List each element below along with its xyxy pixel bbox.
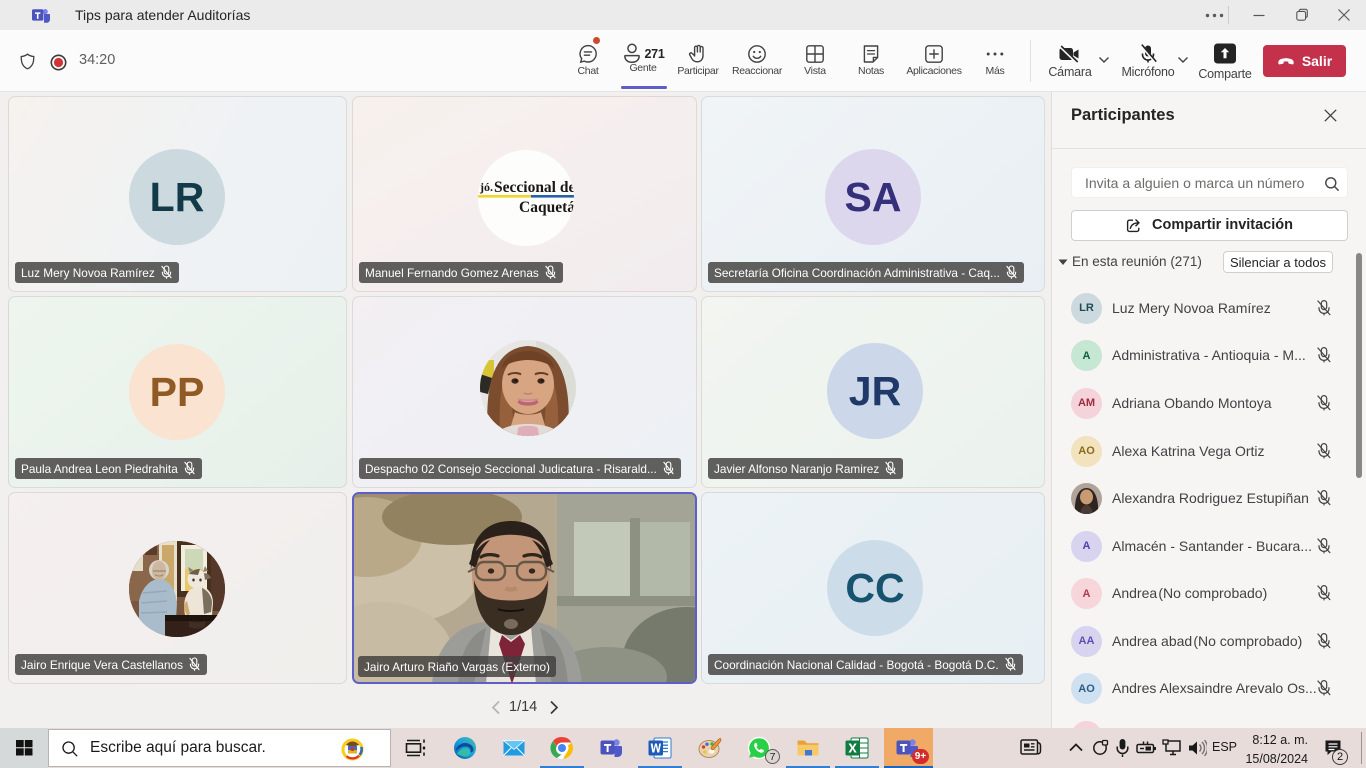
svg-text:jó.: jó.: [479, 180, 493, 194]
svg-text:Seccional de: Seccional de: [494, 179, 574, 196]
svg-text:Caquetá: Caquetá: [519, 199, 574, 216]
